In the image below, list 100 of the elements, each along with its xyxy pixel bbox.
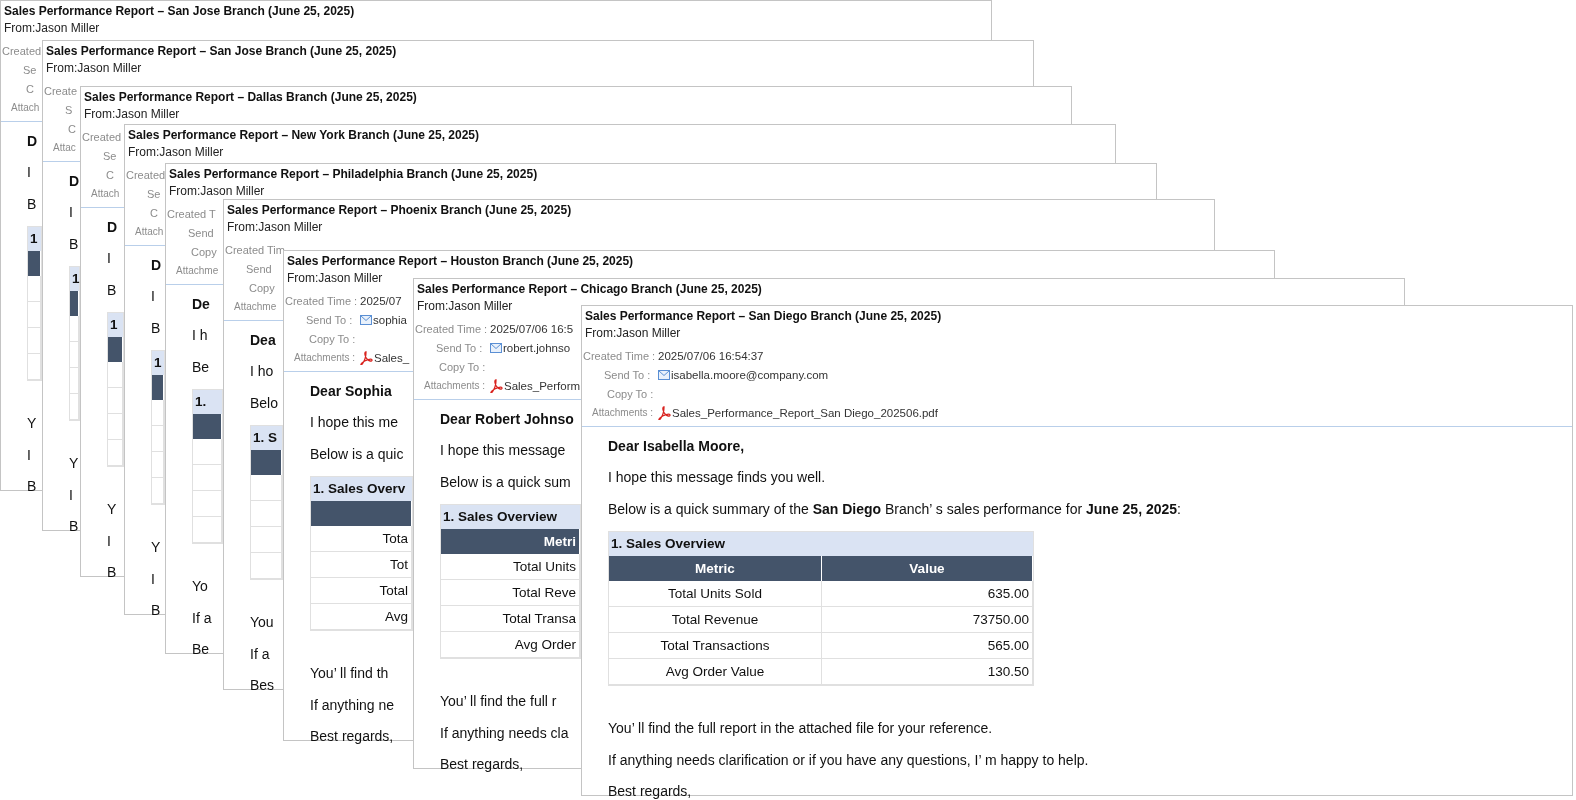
email-subject: Sales Performance Report – San Diego Branch (June 25, 2025): [585, 308, 942, 324]
field-label: C: [68, 122, 76, 135]
email-subject: Sales Performance Report – New York Branch (June 25, 2025): [128, 127, 480, 143]
table-caption: 1. S: [251, 426, 282, 450]
field-label: Attachme: [176, 265, 219, 276]
field-label: Create: [44, 84, 78, 97]
email-paragraph: I ho: [250, 362, 274, 381]
attachment-link[interactable]: Sales_Perform: [490, 378, 581, 393]
greeting: D: [107, 218, 118, 237]
email-paragraph: Best regards,: [440, 755, 524, 774]
email-paragraph: B: [151, 601, 161, 620]
field-label: Send To :: [604, 368, 651, 381]
table-cell: 73750.00: [822, 607, 1033, 633]
email-paragraph: B: [69, 517, 79, 536]
field-label: Attachments :: [294, 352, 356, 363]
greeting: De: [192, 295, 210, 314]
email-paragraph: I hope this message: [440, 441, 566, 460]
table-cell: Total Transactions: [609, 633, 822, 659]
table-caption: 1: [28, 227, 41, 251]
email-paragraph: I: [27, 163, 31, 182]
field-value: 2025/07/06 16:54:37: [658, 349, 764, 362]
table-cell: 565.00: [822, 633, 1033, 659]
field-label: Attachments :: [424, 380, 486, 391]
email-paragraph: B: [107, 563, 117, 582]
email-paragraph: I: [151, 287, 155, 306]
field-label: Created T: [167, 207, 216, 220]
greeting: D: [27, 132, 38, 151]
email-subject: Sales Performance Report – Chicago Branch (June 25, 2025): [417, 281, 762, 297]
field-label: Copy To :: [439, 360, 486, 373]
table-cell: Tot: [311, 552, 412, 578]
table-header-cell: Metric: [609, 556, 822, 581]
attachment-link[interactable]: Sales_Performance_Report_San Diego_202506.pdf: [658, 405, 938, 420]
field-label: S: [65, 103, 73, 116]
attachment-link[interactable]: Sales_: [360, 350, 410, 365]
field-label: Attach: [135, 226, 164, 237]
email-paragraph: Y: [107, 500, 117, 519]
field-value: 2025/07/06 16:5: [490, 322, 574, 335]
table-cell: Total Transa: [441, 606, 580, 632]
field-label: Send To :: [436, 341, 483, 354]
email-paragraph: B: [107, 281, 117, 300]
table-caption: 1: [152, 351, 164, 375]
email-paragraph: Below is a quick summary of the San Diego Branch’ s sales performance for June 25, 2025:: [608, 500, 1181, 519]
field-label: Attachme: [234, 301, 277, 312]
recipient-address[interactable]: robert.johnso: [490, 341, 571, 354]
email-paragraph: Be: [192, 358, 210, 377]
table-cell: Total Revenue: [609, 607, 822, 633]
field-label: C: [150, 206, 158, 219]
sender-line: From:Jason Miller: [84, 106, 180, 122]
greeting: D: [69, 172, 80, 191]
email-paragraph: I h: [192, 326, 208, 345]
email-paragraph: Best regards,: [608, 782, 692, 800]
greeting: Dear Sophia: [310, 382, 392, 401]
email-paragraph: I: [151, 570, 155, 589]
greeting: Dear Isabella Moore,: [608, 437, 745, 456]
field-label: Se: [23, 63, 37, 76]
sender-line: From:Jason Miller: [169, 183, 265, 199]
email-paragraph: Best regards,: [310, 727, 394, 746]
sender-line: From:Jason Miller: [417, 298, 513, 314]
email-paragraph: B: [27, 477, 37, 496]
email-paragraph: I: [69, 486, 73, 505]
email-paragraph: I: [107, 532, 111, 551]
email-paragraph: If anything needs cla: [440, 724, 569, 743]
email-paragraph: If anything ne: [310, 696, 395, 715]
table-cell: 635.00: [822, 581, 1033, 607]
email-paragraph: Be: [192, 640, 210, 659]
email-paragraph: Below is a quic: [310, 445, 404, 464]
email-subject: Sales Performance Report – Dallas Branch (June 25, 2025): [84, 89, 417, 105]
table-caption: 1. Sales Overv: [311, 477, 412, 501]
field-label: C: [106, 168, 114, 181]
email-paragraph: Belo: [250, 394, 279, 413]
sender-line: From:Jason Miller: [227, 219, 323, 235]
email-paragraph: I hope this me: [310, 413, 398, 432]
table-caption: 1.: [193, 390, 222, 414]
field-label: Copy: [249, 281, 275, 294]
email-paragraph: B: [27, 195, 37, 214]
table-cell: Tota: [311, 526, 412, 552]
recipient-address[interactable]: sophia: [360, 313, 407, 326]
email-subject: Sales Performance Report – San Jose Branch (June 25, 2025): [46, 43, 397, 59]
email-paragraph: You’ ll find the full report in the attached file for your reference.: [608, 719, 993, 738]
greeting: Dear Robert Johnso: [440, 410, 574, 429]
field-label: C: [26, 82, 34, 95]
field-label: Created: [2, 44, 42, 57]
table-cell: 130.50: [822, 659, 1033, 685]
email-paragraph: Y: [69, 454, 79, 473]
email-subject: Sales Performance Report – Houston Branch (June 25, 2025): [287, 253, 634, 269]
sender-line: From:Jason Miller: [4, 20, 100, 36]
email-paragraph: B: [69, 235, 79, 254]
table-caption: 1. Sales Overview: [441, 505, 580, 529]
field-label: Attachments :: [592, 407, 654, 418]
email-paragraph: Yo: [192, 577, 208, 596]
field-label: Created Time :: [415, 322, 488, 335]
greeting: D: [151, 256, 162, 275]
sender-line: From:Jason Miller: [287, 270, 383, 286]
email-paragraph: Bes: [250, 676, 275, 695]
recipient-address[interactable]: isabella.moore@company.com: [658, 368, 829, 381]
email-paragraph: You: [250, 613, 274, 632]
field-label: Se: [103, 149, 117, 162]
field-label: Copy To :: [607, 387, 654, 400]
field-label: Send: [188, 226, 214, 239]
greeting: Dea: [250, 331, 276, 350]
